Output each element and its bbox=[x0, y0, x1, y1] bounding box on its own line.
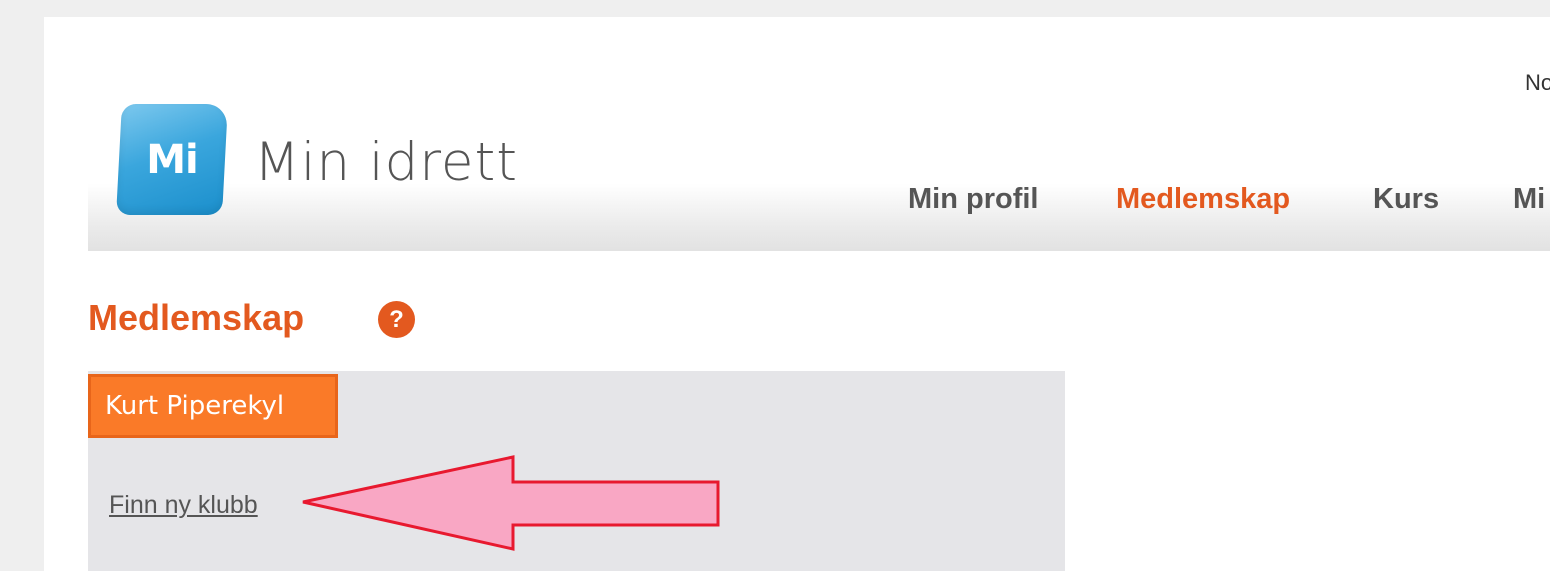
annotation-arrow-shape bbox=[302, 455, 720, 551]
member-tab[interactable]: Kurt Piperekyl bbox=[88, 374, 338, 438]
nav-item-min-profil[interactable]: Min profil bbox=[908, 183, 1038, 216]
nav-item-more[interactable]: Mi bbox=[1513, 183, 1545, 216]
screen: Mi Min idrett No Min profil Medlemskap K… bbox=[0, 0, 1550, 571]
page-title: Medlemskap bbox=[88, 297, 305, 338]
annotation-arrow-icon bbox=[302, 455, 720, 551]
help-icon[interactable]: ? bbox=[378, 301, 415, 338]
logo-badge-text: Mi bbox=[146, 136, 198, 183]
min-idrett-logo-badge[interactable]: Mi bbox=[116, 104, 228, 215]
nav-item-medlemskap[interactable]: Medlemskap bbox=[1116, 183, 1290, 216]
nav-item-kurs[interactable]: Kurs bbox=[1373, 183, 1439, 216]
find-new-club-link[interactable]: Finn ny klubb bbox=[109, 491, 258, 520]
language-link[interactable]: No bbox=[1525, 70, 1550, 96]
logo-wordmark[interactable]: Min idrett bbox=[254, 133, 518, 193]
